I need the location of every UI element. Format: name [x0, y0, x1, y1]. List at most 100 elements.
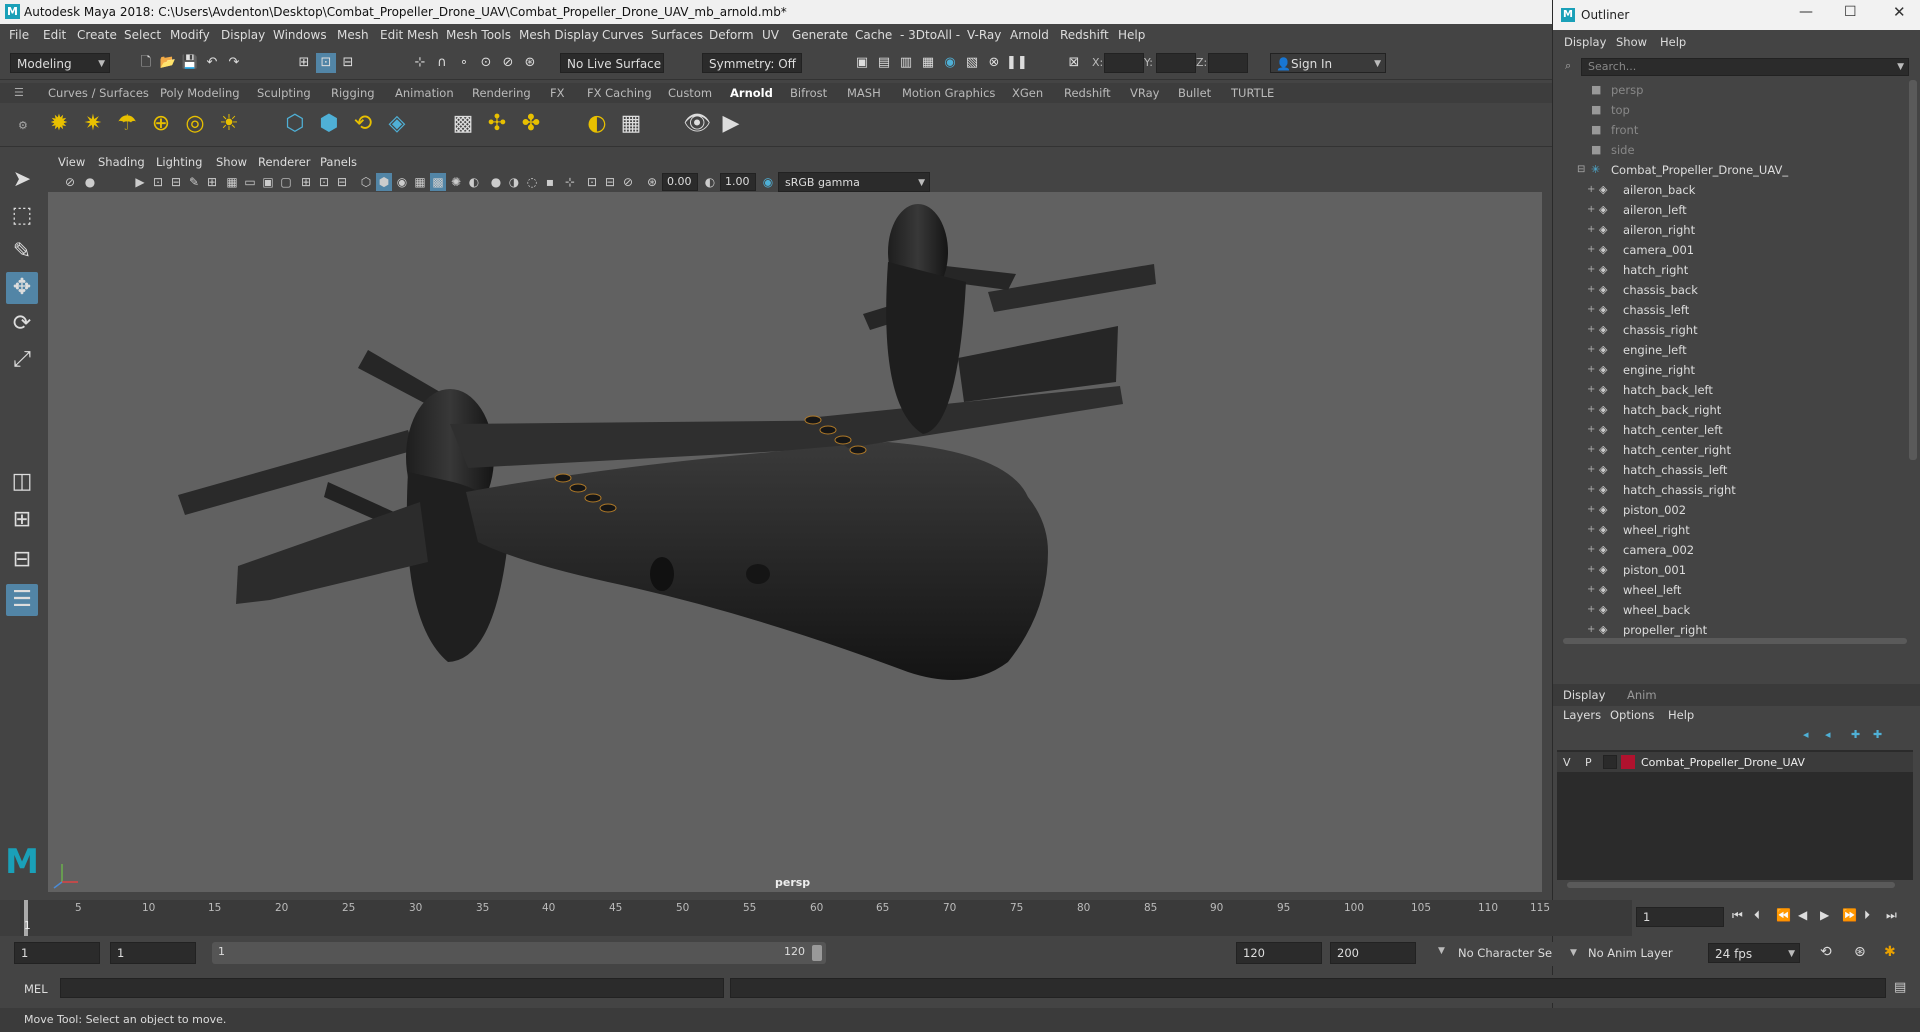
render-play-icon[interactable]: ▶: [716, 109, 746, 139]
xray-components-icon[interactable]: ⊟: [602, 173, 618, 191]
render-sequence-icon[interactable]: ▧: [962, 53, 982, 73]
render-view-eye-icon[interactable]: 👁: [682, 109, 712, 139]
film-gate-icon[interactable]: ▭: [242, 173, 258, 191]
menu-redshift[interactable]: Redshift: [1060, 28, 1109, 42]
go-to-end-icon[interactable]: ⏭: [1886, 908, 1897, 923]
shelf-tab-redshift[interactable]: Redshift: [1064, 86, 1111, 100]
shelf-tab-xgen[interactable]: XGen: [1012, 86, 1043, 100]
snap-surface-icon[interactable]: ⊘: [498, 53, 518, 73]
color-management-icon[interactable]: ◉: [760, 173, 776, 191]
snap-live-icon[interactable]: ⊛: [520, 53, 540, 73]
menu-mesh-display[interactable]: Mesh Display: [519, 28, 599, 42]
lasso-tool-icon[interactable]: ⬚: [6, 200, 38, 232]
outliner-item-child[interactable]: + ◈ piston_001: [1553, 560, 1897, 580]
layer-horizontal-scrollbar[interactable]: [1567, 882, 1895, 888]
outliner-horizontal-scrollbar[interactable]: [1563, 638, 1907, 644]
outliner-menu-show[interactable]: Show: [1616, 35, 1647, 49]
menu-uv[interactable]: UV: [762, 28, 779, 42]
exposure-icon[interactable]: ⊛: [644, 173, 660, 191]
layer-visibility-toggle[interactable]: V: [1563, 756, 1571, 769]
step-forward-frame-icon[interactable]: ⏵: [1864, 908, 1870, 923]
shelf-tab-vray[interactable]: VRay: [1130, 86, 1159, 100]
physical-sky-icon[interactable]: ☀: [214, 109, 244, 139]
time-slider[interactable]: 1 5 10 15 20 25 30 35 40 45 50 55 60 65 …: [0, 900, 1632, 936]
expand-icon[interactable]: +: [1587, 264, 1595, 275]
outliner-item-child[interactable]: + ◈ piston_002: [1553, 500, 1897, 520]
menu-file[interactable]: File: [9, 28, 29, 42]
expand-icon[interactable]: +: [1587, 184, 1595, 195]
menu-3dtoall[interactable]: - 3DtoAll -: [900, 28, 960, 42]
expand-icon[interactable]: +: [1587, 284, 1595, 295]
resolution-gate-icon[interactable]: ▣: [260, 173, 276, 191]
y-field[interactable]: [1156, 53, 1196, 73]
new-layer-icon[interactable]: ✚: [1851, 728, 1860, 741]
layer-menu-help[interactable]: Help: [1668, 708, 1694, 722]
current-frame-field[interactable]: 1: [1636, 907, 1724, 927]
shelf-tab-rendering[interactable]: Rendering: [472, 86, 531, 100]
drone-mesh[interactable]: [53, 204, 1156, 889]
outliner-item-child[interactable]: + ◈ chassis_back: [1553, 280, 1897, 300]
outliner-item-child[interactable]: + ◈ wheel_back: [1553, 600, 1897, 620]
menu-surfaces[interactable]: Surfaces: [651, 28, 703, 42]
layer-reference-toggle[interactable]: [1603, 755, 1617, 769]
hypershade-icon[interactable]: ◉: [940, 53, 960, 73]
wireframe-on-shaded-icon[interactable]: ◉: [394, 173, 410, 191]
expand-icon[interactable]: +: [1587, 624, 1595, 635]
expand-icon[interactable]: +: [1587, 424, 1595, 435]
outliner-item-child[interactable]: + ◈ wheel_left: [1553, 580, 1897, 600]
shelf-tab-animation[interactable]: Animation: [395, 86, 454, 100]
move-tool-icon[interactable]: ✥: [6, 272, 38, 304]
outliner-item-child[interactable]: + ◈ propeller_right: [1553, 620, 1897, 640]
layer-playback-toggle[interactable]: P: [1585, 756, 1592, 769]
outliner-item-child[interactable]: + ◈ hatch_chassis_right: [1553, 480, 1897, 500]
menu-display[interactable]: Display: [221, 28, 265, 42]
z-field[interactable]: [1208, 53, 1248, 73]
menu-edit[interactable]: Edit: [43, 28, 66, 42]
safe-action-icon[interactable]: ⊡: [316, 173, 332, 191]
expand-icon[interactable]: +: [1587, 404, 1595, 415]
shelf-tab-sculpting[interactable]: Sculpting: [257, 86, 311, 100]
save-scene-icon[interactable]: 💾: [180, 53, 200, 73]
volume-icon[interactable]: ◈: [382, 109, 412, 139]
outliner-item-child[interactable]: + ◈ aileron_right: [1553, 220, 1897, 240]
play-forwards-icon[interactable]: ▶: [1820, 908, 1829, 922]
smooth-shade-icon[interactable]: ⬢: [376, 173, 392, 191]
rotate-tool-icon[interactable]: ⟳: [6, 308, 38, 340]
ipr-render-icon[interactable]: ▥: [896, 53, 916, 73]
new-scene-icon[interactable]: 🗋: [136, 53, 156, 73]
expand-icon[interactable]: +: [1587, 224, 1595, 235]
standin-icon[interactable]: ⬡: [280, 109, 310, 139]
paint-select-tool-icon[interactable]: ✎: [6, 236, 38, 268]
auto-key-icon[interactable]: ⊛: [1854, 944, 1866, 960]
mesh-light-icon[interactable]: ✷: [78, 109, 108, 139]
menu-mesh[interactable]: Mesh: [337, 28, 369, 42]
outliner-item-side[interactable]: ■ side: [1553, 140, 1897, 160]
layer-name[interactable]: Combat_Propeller_Drone_UAV: [1641, 756, 1805, 769]
maximize-icon[interactable]: ☐: [1844, 4, 1857, 20]
expand-icon[interactable]: +: [1587, 484, 1595, 495]
shelf-tab-curves-surfaces[interactable]: Curves / Surfaces: [48, 86, 149, 100]
layer-tab-display[interactable]: Display: [1563, 688, 1605, 702]
character-set-field[interactable]: No Character Set: [1452, 942, 1557, 964]
viewport-menu-panels[interactable]: Panels: [320, 155, 357, 169]
two-pane-layout-icon[interactable]: ⊟: [6, 544, 38, 576]
drone-model-view[interactable]: [48, 192, 1542, 892]
scale-tool-icon[interactable]: ⤢: [6, 344, 38, 376]
xray-joints-icon[interactable]: ⊡: [584, 173, 600, 191]
area-light-icon[interactable]: ✹: [44, 109, 74, 139]
xray-icon[interactable]: ⊹: [562, 173, 578, 191]
render-settings-icon[interactable]: ▦: [918, 53, 938, 73]
shelf-tab-bifrost[interactable]: Bifrost: [790, 86, 827, 100]
shadows-icon[interactable]: ✺: [448, 173, 464, 191]
menu-select[interactable]: Select: [124, 28, 161, 42]
depth-of-field-icon[interactable]: ◌: [524, 173, 540, 191]
exposure-field[interactable]: 0.00: [662, 173, 698, 191]
2d-pan-icon[interactable]: ⊞: [204, 173, 220, 191]
viewport-menu-renderer[interactable]: Renderer: [258, 155, 311, 169]
wireframe-icon[interactable]: ⬡: [358, 173, 374, 191]
shelf-tab-poly-modeling[interactable]: Poly Modeling: [160, 86, 240, 100]
outliner-item-child[interactable]: + ◈ engine_left: [1553, 340, 1897, 360]
outliner-menu-help[interactable]: Help: [1660, 35, 1686, 49]
snap-point-icon[interactable]: ∘: [454, 53, 474, 73]
open-scene-icon[interactable]: 📂: [158, 53, 178, 73]
